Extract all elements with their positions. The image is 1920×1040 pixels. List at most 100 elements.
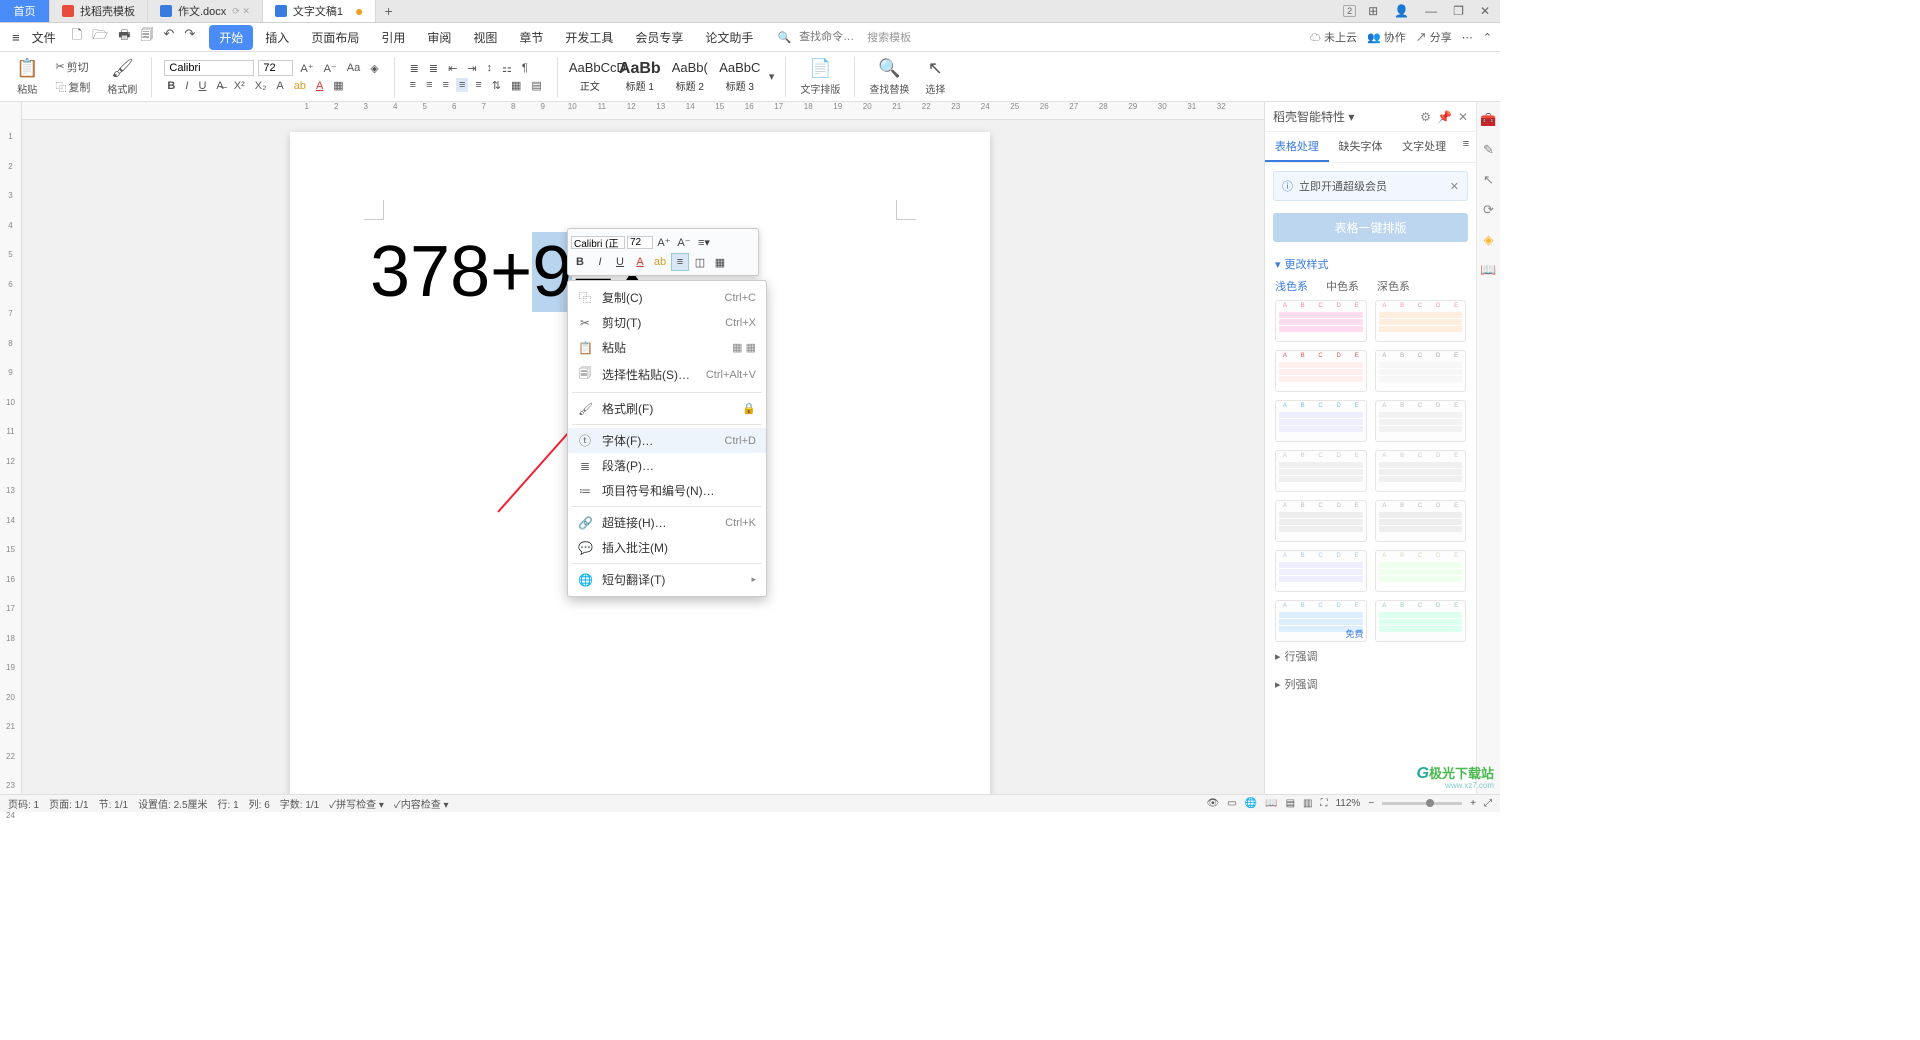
align-center-button[interactable]: ≡ — [423, 78, 435, 92]
style-thumbnail[interactable]: ABCDE免费 — [1275, 600, 1367, 642]
tab-add-button[interactable]: + — [376, 0, 400, 22]
style-thumbnail[interactable]: ABCDE — [1275, 500, 1367, 542]
ctx-paste[interactable]: 📋粘贴▦ ▦ — [568, 335, 766, 360]
search-command-input[interactable] — [799, 31, 859, 43]
status-content[interactable]: ✓内容检查 ▾ — [394, 796, 449, 811]
highlight-button[interactable]: ab — [291, 79, 309, 93]
ctx-bullets[interactable]: ≔项目符号和编号(N)… — [568, 478, 766, 503]
find-replace-button[interactable]: 🔍查找替换 — [863, 56, 915, 98]
outdent-button[interactable]: ⇤ — [445, 61, 460, 76]
mini-linespace-icon[interactable]: ≡▾ — [695, 233, 713, 251]
search-template-link[interactable]: 搜索模板 — [867, 29, 911, 45]
ctx-font[interactable]: ⓣ字体(F)…Ctrl+D — [568, 428, 766, 453]
paste-button[interactable]: 📋粘贴 — [10, 56, 44, 98]
zoom-out-button[interactable]: − — [1368, 798, 1374, 809]
format-brush-button[interactable]: 🖌格式刷 — [101, 56, 143, 98]
tab-doc1[interactable]: 作文.docx⟳ ✕ — [148, 0, 263, 22]
status-chars[interactable]: 字数: 1/1 — [280, 796, 319, 811]
shading-button[interactable]: ▤ — [528, 78, 544, 93]
bold-button[interactable]: B — [164, 79, 178, 93]
mini-align-button[interactable]: ≡ — [671, 253, 689, 271]
tab-home[interactable]: 首页 — [0, 0, 50, 22]
ctx-comment[interactable]: 💬插入批注(M) — [568, 535, 766, 560]
mini-shade-button[interactable]: ◫ — [691, 253, 709, 271]
print-icon[interactable]: 🖶 — [116, 24, 132, 50]
mini-font-select[interactable] — [571, 236, 625, 249]
change-style-toggle[interactable]: ▾ 更改样式 — [1265, 250, 1476, 278]
subscript-button[interactable]: X₂ — [252, 79, 270, 93]
view-web-icon[interactable]: 🌐 — [1245, 798, 1257, 809]
more-icon[interactable]: ⋯ — [1462, 31, 1473, 44]
strike-button[interactable]: A̶ — [213, 79, 226, 93]
style-thumbnail[interactable]: ABCDE — [1375, 450, 1467, 492]
style-thumbnail[interactable]: ABCDE — [1375, 550, 1467, 592]
zoom-in-button[interactable]: + — [1470, 798, 1476, 809]
ctx-translate[interactable]: 🌐短句翻译(T)▸ — [568, 567, 766, 592]
status-line[interactable]: 行: 1 — [218, 796, 239, 811]
cloud-status[interactable]: ☁ 未上云 — [1310, 29, 1357, 45]
ctx-paragraph[interactable]: ≣段落(P)… — [568, 453, 766, 478]
style-thumbnail[interactable]: ABCDE — [1375, 600, 1467, 642]
ribbon-tab-vip[interactable]: 会员专享 — [625, 25, 693, 50]
mini-underline-button[interactable]: U — [611, 253, 629, 271]
vip-notice[interactable]: ⓘ 立即开通超级会员 ✕ — [1273, 171, 1468, 201]
tab-doc2-active[interactable]: 文字文稿1● — [263, 0, 377, 22]
expand-icon[interactable]: ⤢ — [1484, 798, 1492, 809]
grow-font-icon[interactable]: A⁺ — [297, 61, 316, 76]
font-size-select[interactable] — [258, 60, 293, 76]
ribbon-tab-paper[interactable]: 论文助手 — [695, 25, 763, 50]
color-light[interactable]: 浅色系 — [1275, 278, 1308, 294]
refresh-icon[interactable]: ⟳ — [1483, 202, 1494, 218]
status-spell[interactable]: ✓拼写检查 ▾ — [329, 796, 384, 811]
zoom-value[interactable]: 112% — [1335, 798, 1360, 809]
table-autoformat-button[interactable]: 表格一键排版 — [1273, 213, 1468, 242]
horizontal-ruler[interactable]: 1234567891011121314151617181920212223242… — [22, 102, 1264, 120]
ctx-copy[interactable]: ⿻复制(C)Ctrl+C — [568, 285, 766, 310]
font-select[interactable] — [164, 60, 254, 76]
shrink-font-icon[interactable]: A⁻ — [321, 61, 340, 76]
style-thumbnail[interactable]: ABCDE — [1375, 400, 1467, 442]
ctx-paste-special[interactable]: 🗐选择性粘贴(S)…Ctrl+Alt+V — [568, 360, 766, 389]
color-dark[interactable]: 深色系 — [1377, 278, 1410, 294]
style-gallery[interactable]: AaBbCcD正文 AaBb标题 1 AaBb(标题 2 AaBbC标题 3 ▾ — [566, 57, 778, 96]
ribbon-tab-ref[interactable]: 引用 — [371, 25, 415, 50]
status-col[interactable]: 列: 6 — [249, 796, 270, 811]
view-eye-icon[interactable]: 👁 — [1207, 798, 1220, 809]
shade-button[interactable]: ▦ — [330, 78, 346, 93]
sort-button[interactable]: ⚏ — [499, 61, 515, 76]
style-thumbnail[interactable]: ABCDE — [1375, 350, 1467, 392]
avatar-icon[interactable]: 👤 — [1390, 2, 1413, 20]
pin-icon[interactable]: 📌 — [1437, 110, 1452, 124]
close-button[interactable]: ✕ — [1476, 2, 1494, 20]
mini-italic-button[interactable]: I — [591, 253, 609, 271]
mini-shrink-font-icon[interactable]: A⁻ — [675, 233, 693, 251]
tab-template[interactable]: 找稻壳模板 — [50, 0, 148, 22]
status-position[interactable]: 设置值: 2.5厘米 — [138, 796, 207, 811]
minimize-button[interactable]: — — [1421, 2, 1441, 20]
copy-button[interactable]: ⿻ 复制 — [52, 78, 93, 96]
col-emphasis-toggle[interactable]: ▸ 列强调 — [1265, 670, 1476, 698]
para-spacing-button[interactable]: ⇅ — [489, 78, 504, 93]
showmarks-button[interactable]: ¶ — [519, 61, 531, 75]
mini-fontcolor-button[interactable]: A — [631, 253, 649, 271]
gear-icon[interactable]: ⚙ — [1420, 110, 1431, 124]
diamond-icon[interactable]: ◈ — [1484, 232, 1494, 248]
row-emphasis-toggle[interactable]: ▸ 行强调 — [1265, 642, 1476, 670]
status-page[interactable]: 页面: 1/1 — [49, 796, 88, 811]
italic-button[interactable]: I — [182, 79, 191, 93]
mini-grow-font-icon[interactable]: A⁺ — [655, 233, 673, 251]
panel-tab-font[interactable]: 缺失字体 — [1329, 132, 1393, 162]
indent-button[interactable]: ⇥ — [464, 61, 479, 76]
ctx-hyperlink[interactable]: 🔗超链接(H)…Ctrl+K — [568, 510, 766, 535]
book-icon[interactable]: 📖 — [1480, 262, 1496, 278]
style-thumbnail[interactable]: ABCDE — [1275, 300, 1367, 342]
style-thumbnail[interactable]: ABCDE — [1275, 550, 1367, 592]
mini-size-select[interactable] — [627, 236, 653, 249]
align-right-button[interactable]: ≡ — [440, 78, 452, 92]
numbering-button[interactable]: ≣ — [426, 61, 441, 76]
ribbon-tab-dev[interactable]: 开发工具 — [555, 25, 623, 50]
notice-close-icon[interactable]: ✕ — [1450, 180, 1459, 193]
ribbon-tab-view[interactable]: 视图 — [463, 25, 507, 50]
brush-lock-icon[interactable]: 🔒 — [742, 402, 756, 415]
fit-icon[interactable]: ⛶ — [1320, 798, 1327, 809]
